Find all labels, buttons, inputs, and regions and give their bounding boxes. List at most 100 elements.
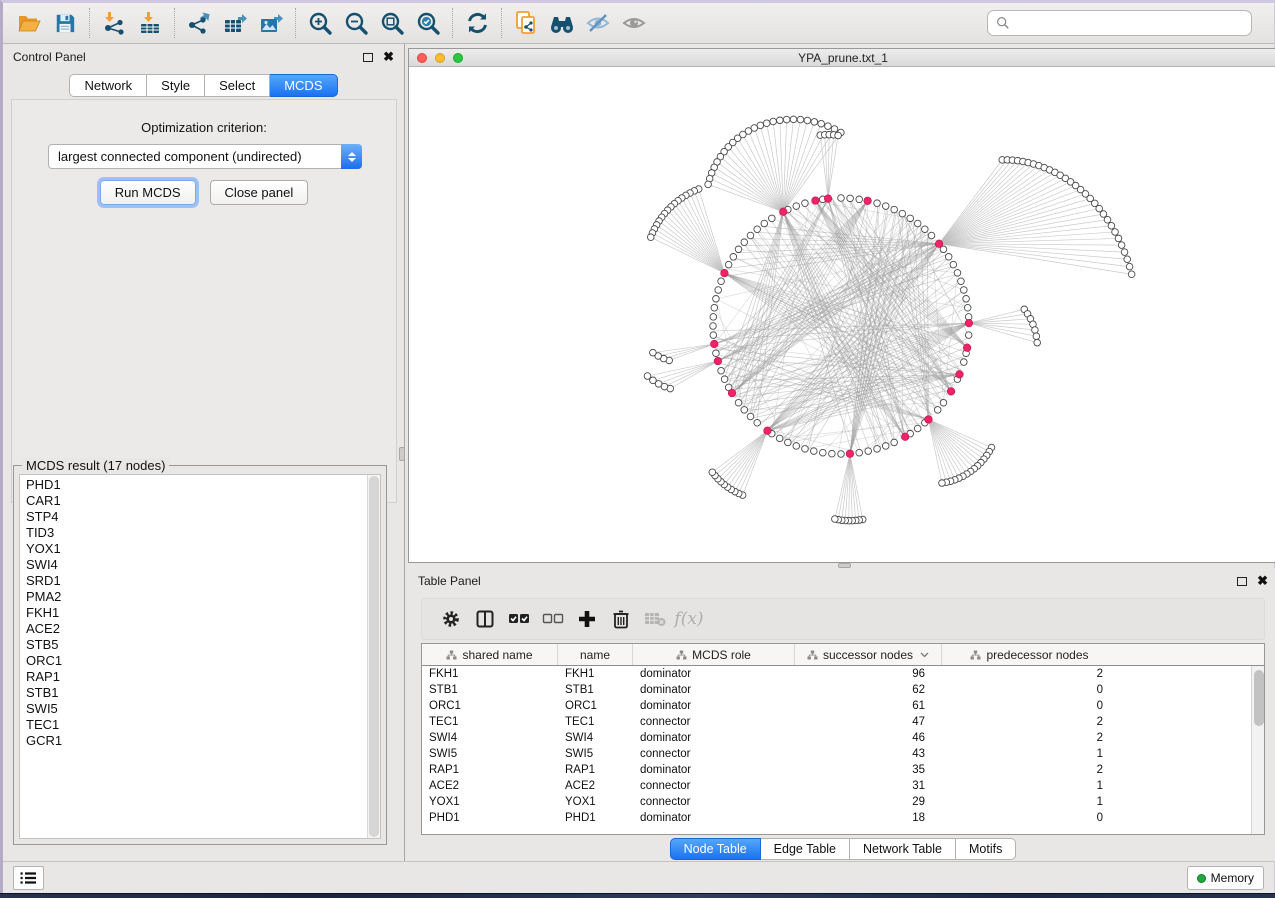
function-builder-label: f(x): [674, 609, 703, 629]
table-row[interactable]: PHD1PHD1dominator180: [422, 810, 1251, 826]
network-titlebar[interactable]: YPA_prune.txt_1: [409, 49, 1275, 67]
tab-edge-table[interactable]: Edge Table: [761, 838, 850, 860]
column-header-predecessor-nodes[interactable]: predecessor nodes: [942, 644, 1117, 665]
table-row[interactable]: ACE2ACE2connector311: [422, 778, 1251, 794]
table-cell: dominator: [633, 666, 795, 682]
result-list-item[interactable]: FKH1: [26, 605, 366, 621]
eye-slash-icon: [585, 12, 612, 34]
float-window-icon[interactable]: [363, 53, 373, 62]
deselect-all-button[interactable]: [538, 604, 568, 634]
table-cell: 29: [795, 794, 942, 810]
table-cell: SWI5: [558, 746, 633, 762]
result-list-item[interactable]: GCR1: [26, 733, 366, 749]
tab-select[interactable]: Select: [205, 74, 270, 97]
select-all-button[interactable]: [504, 604, 534, 634]
vertical-splitter-handle[interactable]: [399, 447, 405, 461]
show-hidden-button[interactable]: [617, 7, 651, 39]
hide-selected-button[interactable]: [581, 7, 615, 39]
zoom-in-button[interactable]: [303, 7, 337, 39]
table-header-row: shared namename MCDS role successor node…: [422, 644, 1264, 666]
table-row[interactable]: RAP1RAP1dominator352: [422, 762, 1251, 778]
import-network-button[interactable]: [97, 7, 131, 39]
result-list-item[interactable]: TEC1: [26, 717, 366, 733]
refresh-view-button[interactable]: [460, 7, 494, 39]
table-row[interactable]: STB1STB1dominator620: [422, 682, 1251, 698]
result-list-item[interactable]: SRD1: [26, 573, 366, 589]
table-row[interactable]: SWI5SWI5connector431: [422, 746, 1251, 762]
zoom-out-button[interactable]: [339, 7, 373, 39]
table-row[interactable]: SWI4SWI4dominator462: [422, 730, 1251, 746]
result-list-item[interactable]: STB1: [26, 685, 366, 701]
network-view-window: YPA_prune.txt_1: [408, 48, 1275, 563]
table-row[interactable]: YOX1YOX1connector291: [422, 794, 1251, 810]
function-builder-button[interactable]: f(x): [674, 604, 704, 634]
table-row[interactable]: TEC1TEC1connector472: [422, 714, 1251, 730]
result-list-item[interactable]: SWI5: [26, 701, 366, 717]
import-table-button[interactable]: [133, 7, 167, 39]
delete-row-button[interactable]: [606, 604, 636, 634]
add-row-button[interactable]: [572, 604, 602, 634]
trash-icon: [612, 609, 630, 629]
find-network-button[interactable]: [545, 7, 579, 39]
tab-style[interactable]: Style: [147, 74, 205, 97]
task-history-button[interactable]: [13, 866, 44, 890]
tab-motifs[interactable]: Motifs: [956, 838, 1016, 860]
close-panel-button[interactable]: Close panel: [210, 180, 309, 205]
column-header-successor-nodes[interactable]: successor nodes: [795, 644, 942, 665]
export-table-button[interactable]: [218, 7, 252, 39]
tab-network[interactable]: Network: [69, 74, 147, 97]
float-table-panel-icon[interactable]: [1237, 577, 1247, 586]
column-type-icon: [807, 650, 818, 660]
open-file-button[interactable]: [12, 7, 46, 39]
table-cell: dominator: [633, 810, 795, 826]
search-field[interactable]: [987, 10, 1252, 36]
control-panel-tabs: Network Style Select MCDS: [3, 74, 404, 97]
result-list-item[interactable]: RAP1: [26, 669, 366, 685]
tab-network-table[interactable]: Network Table: [850, 838, 956, 860]
result-list-item[interactable]: ACE2: [26, 621, 366, 637]
criterion-value: largest connected component (undirected): [49, 149, 341, 164]
export-image-button[interactable]: [254, 7, 288, 39]
zoom-fit-button[interactable]: [375, 7, 409, 39]
close-table-panel-icon[interactable]: ✖: [1257, 576, 1268, 586]
table-row[interactable]: FKH1FKH1dominator962: [422, 666, 1251, 682]
delete-table-button[interactable]: [640, 604, 670, 634]
result-list-scrollbar[interactable]: [367, 475, 380, 838]
memory-button[interactable]: Memory: [1187, 866, 1264, 890]
run-mcds-button[interactable]: Run MCDS: [100, 180, 196, 205]
column-header-shared-name[interactable]: shared name: [422, 644, 558, 665]
criterion-dropdown[interactable]: largest connected component (undirected): [48, 144, 362, 169]
table-cell: ORC1: [422, 698, 558, 714]
table-scrollbar[interactable]: [1251, 666, 1264, 834]
table-cell: TEC1: [422, 714, 558, 730]
result-list-item[interactable]: PMA2: [26, 589, 366, 605]
mcds-result-list[interactable]: PHD1CAR1STP4TID3YOX1SWI4SRD1PMA2FKH1ACE2…: [19, 474, 381, 839]
zoom-fit-icon: [380, 11, 405, 36]
result-list-item[interactable]: TID3: [26, 525, 366, 541]
result-list-item[interactable]: CAR1: [26, 493, 366, 509]
export-network-button[interactable]: [182, 7, 216, 39]
result-list-item[interactable]: STB5: [26, 637, 366, 653]
save-session-button[interactable]: [48, 7, 82, 39]
close-panel-icon[interactable]: ✖: [383, 52, 394, 62]
zoom-selected-button[interactable]: [411, 7, 445, 39]
network-canvas[interactable]: [409, 68, 1275, 562]
result-list-item[interactable]: SWI4: [26, 557, 366, 573]
table-cell: RAP1: [558, 762, 633, 778]
show-column-button[interactable]: [470, 604, 500, 634]
search-input[interactable]: [1010, 16, 1251, 30]
table-row[interactable]: ORC1ORC1dominator610: [422, 698, 1251, 714]
result-list-item[interactable]: STP4: [26, 509, 366, 525]
result-list-item[interactable]: YOX1: [26, 541, 366, 557]
tab-node-table[interactable]: Node Table: [670, 838, 761, 860]
table-settings-button[interactable]: [436, 604, 466, 634]
column-header-MCDS-role[interactable]: MCDS role: [633, 644, 795, 665]
table-cell: 2: [942, 666, 1117, 682]
refresh-icon: [465, 11, 490, 35]
tab-mcds[interactable]: MCDS: [270, 74, 337, 97]
column-header-name[interactable]: name: [558, 644, 633, 665]
result-list-item[interactable]: PHD1: [26, 477, 366, 493]
result-list-item[interactable]: ORC1: [26, 653, 366, 669]
optimization-criterion-label: Optimization criterion:: [12, 120, 396, 135]
clone-network-button[interactable]: [509, 7, 543, 39]
